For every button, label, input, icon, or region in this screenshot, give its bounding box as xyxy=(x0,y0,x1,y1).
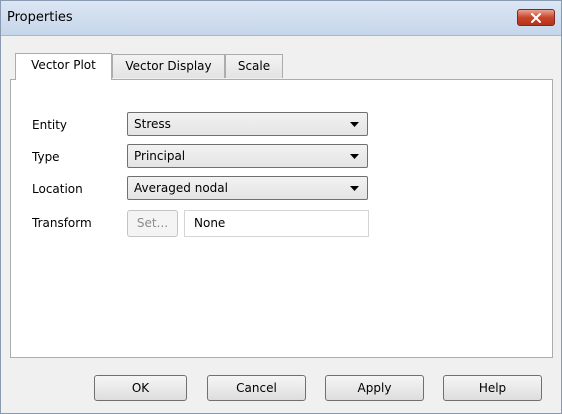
transform-label: Transform xyxy=(32,216,92,230)
close-button[interactable] xyxy=(517,9,555,26)
tab-scale[interactable]: Scale xyxy=(225,54,283,78)
title-bar[interactable]: Properties xyxy=(1,1,561,36)
type-value: Principal xyxy=(134,149,186,163)
location-label: Location xyxy=(32,182,83,196)
chevron-down-icon xyxy=(350,122,359,127)
properties-dialog: Properties Vector Plot Vector Display Sc… xyxy=(0,0,562,414)
help-button[interactable]: Help xyxy=(443,375,542,401)
set-transform-button[interactable]: Set... xyxy=(127,210,178,237)
location-select[interactable]: Averaged nodal xyxy=(127,176,368,200)
tab-vector-display[interactable]: Vector Display xyxy=(112,54,225,78)
location-value: Averaged nodal xyxy=(134,181,228,195)
type-label: Type xyxy=(32,150,60,164)
entity-select[interactable]: Stress xyxy=(127,112,368,136)
chevron-down-icon xyxy=(350,154,359,159)
cancel-button[interactable]: Cancel xyxy=(207,375,306,401)
window-title: Properties xyxy=(7,10,73,25)
entity-value: Stress xyxy=(134,117,171,131)
transform-field: None xyxy=(184,210,369,237)
close-icon xyxy=(531,13,541,23)
type-select[interactable]: Principal xyxy=(127,144,368,168)
apply-button[interactable]: Apply xyxy=(325,375,424,401)
entity-label: Entity xyxy=(32,118,68,132)
chevron-down-icon xyxy=(350,186,359,191)
tab-vector-plot[interactable]: Vector Plot xyxy=(15,53,112,80)
ok-button[interactable]: OK xyxy=(94,375,187,401)
